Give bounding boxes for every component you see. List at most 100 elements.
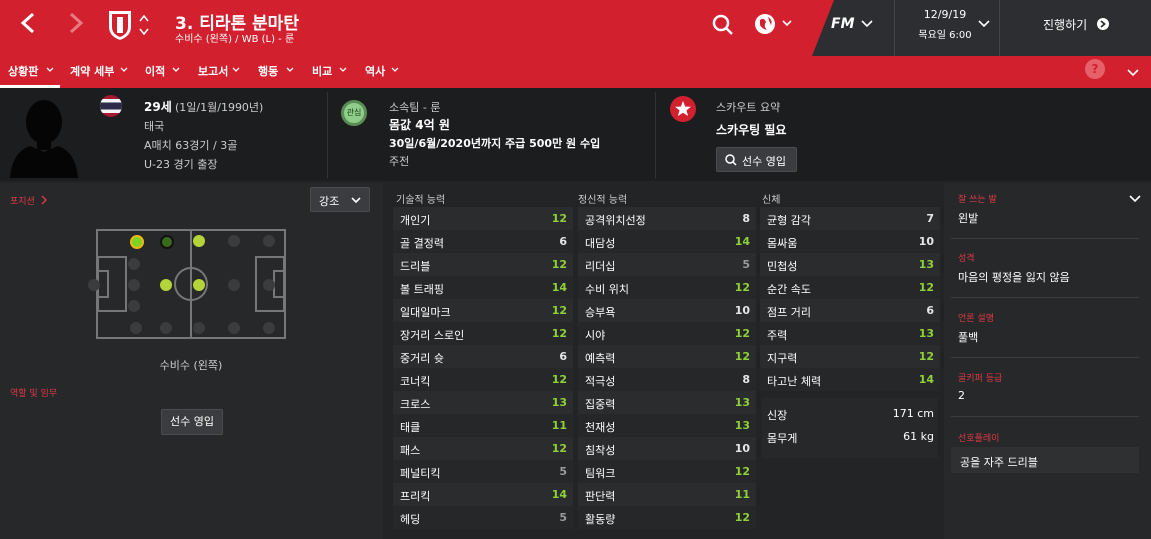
attribute-value: 13 — [918, 258, 934, 271]
attribute-row[interactable]: 골 결정력 6 — [393, 230, 573, 253]
attribute-row[interactable]: 시야 12 — [578, 322, 756, 345]
tab-contract[interactable]: 계약 세부 — [70, 63, 114, 79]
contract-info: 30일/6월/2020년까지 주급 500만 원 수입 — [389, 137, 601, 150]
attribute-row[interactable]: 점프 거리 6 — [760, 299, 940, 322]
club-switch-icon[interactable] — [138, 13, 150, 40]
attribute-row[interactable]: 볼 트래핑 14 — [393, 276, 573, 299]
attribute-row[interactable]: 타고난 체력 14 — [760, 368, 940, 391]
player-value: 몸값 4억 원 — [389, 118, 450, 132]
attribute-row[interactable]: 장거리 스로인 12 — [393, 322, 573, 345]
attribute-row[interactable]: 예측력 12 — [578, 345, 756, 368]
attribute-name: 프리킥 — [400, 490, 431, 503]
position-dot — [128, 258, 140, 270]
chevron-down-icon[interactable] — [1127, 66, 1139, 80]
attribute-value: 12 — [551, 327, 567, 340]
tab-history[interactable]: 역사 — [365, 63, 385, 79]
tab-reports[interactable]: 보고서 — [198, 63, 228, 79]
attribute-row[interactable]: 몸싸움 10 — [760, 230, 940, 253]
forward-arrow-icon[interactable] — [66, 10, 86, 41]
tab-transfer[interactable]: 이적 — [145, 63, 165, 79]
attribute-name: 대담성 — [585, 237, 616, 250]
attribute-name: 균형 감각 — [767, 214, 811, 227]
chevron-down-icon[interactable] — [978, 18, 990, 32]
scout-sign-button[interactable]: 선수 영입 — [716, 147, 797, 172]
attribute-row[interactable]: 리더십 5 — [578, 253, 756, 276]
position-dot — [160, 279, 172, 291]
attribute-value: 14 — [734, 235, 750, 248]
divider — [894, 0, 895, 56]
tab-compare[interactable]: 비교 — [312, 63, 332, 79]
attribute-row[interactable]: 중거리 슛 6 — [393, 345, 573, 368]
attribute-value: 13 — [734, 419, 750, 432]
attribute-value: 12 — [918, 350, 934, 363]
attribute-row[interactable]: 순간 속도 12 — [760, 276, 940, 299]
attribute-row[interactable]: 활동량 12 — [578, 506, 756, 529]
tab-actions[interactable]: 행동 — [258, 63, 278, 79]
position-dot — [160, 235, 174, 249]
divider — [999, 0, 1000, 56]
attribute-row[interactable]: 크로스 13 — [393, 391, 573, 414]
player-caps: A매치 63경기 / 3골 — [144, 139, 238, 152]
attribute-row[interactable]: 일대일마크 12 — [393, 299, 573, 322]
attribute-row[interactable]: 페널티킥 5 — [393, 460, 573, 483]
position-label[interactable]: 포지션 — [10, 194, 35, 207]
attribute-value: 12 — [734, 511, 750, 524]
tab-overview[interactable]: 상황판 — [8, 63, 38, 79]
help-icon[interactable]: ? — [1085, 59, 1105, 79]
weight-label: 몸무게 — [767, 432, 798, 445]
attribute-name: 몸싸움 — [767, 237, 798, 250]
attribute-row[interactable]: 집중력 13 — [578, 391, 756, 414]
position-dot — [263, 235, 275, 247]
attribute-row[interactable]: 패스 12 — [393, 437, 573, 460]
continue-button[interactable]: 진행하기 — [1043, 16, 1087, 33]
club-label[interactable]: 소속팀 - 룬 — [389, 99, 440, 115]
attribute-value: 6 — [926, 304, 934, 317]
attribute-row[interactable]: 공격위치선정 8 — [578, 207, 756, 230]
attribute-row[interactable]: 침착성 10 — [578, 437, 756, 460]
position-dot — [263, 279, 275, 291]
divider — [951, 416, 1139, 417]
attribute-row[interactable]: 민첩성 13 — [760, 253, 940, 276]
player-nation[interactable]: 태국 — [144, 118, 164, 134]
attribute-row[interactable]: 대담성 14 — [578, 230, 756, 253]
attribute-row[interactable]: 팀워크 12 — [578, 460, 756, 483]
attribute-row[interactable]: 승부욕 10 — [578, 299, 756, 322]
attribute-row[interactable]: 천재성 13 — [578, 414, 756, 437]
chevron-right-icon[interactable] — [40, 194, 48, 208]
chevron-down-icon[interactable] — [1129, 192, 1141, 206]
attribute-row[interactable]: 수비 위치 12 — [578, 276, 756, 299]
back-arrow-icon[interactable] — [18, 10, 38, 41]
attribute-row[interactable]: 지구력 12 — [760, 345, 940, 368]
globe-icon[interactable] — [754, 12, 796, 39]
mental-header: 정신적 능력 — [578, 195, 628, 206]
rating-label: 골키퍼 등급 — [958, 374, 1003, 384]
attribute-row[interactable]: 판단력 11 — [578, 483, 756, 506]
attribute-row[interactable]: 프리킥 14 — [393, 483, 573, 506]
roles-label[interactable]: 역할 및 임무 — [10, 386, 57, 399]
attribute-row[interactable]: 태클 11 — [393, 414, 573, 437]
attribute-name: 판단력 — [585, 490, 616, 503]
attribute-row[interactable]: 주력 13 — [760, 322, 940, 345]
game-date[interactable]: 12/9/19 — [900, 8, 990, 21]
fm-menu-button[interactable]: FM — [831, 16, 855, 32]
continue-arrow-icon[interactable] — [1096, 17, 1110, 34]
chevron-down-icon[interactable] — [861, 18, 873, 32]
player-birthdate: (1일/1월/1990년) — [175, 101, 264, 114]
attribute-row[interactable]: 균형 감각 7 — [760, 207, 940, 230]
attribute-row[interactable]: 헤딩 5 — [393, 506, 573, 529]
club-crest-icon[interactable] — [106, 9, 134, 41]
attribute-row[interactable]: 드리블 12 — [393, 253, 573, 276]
media-description: 풀백 — [958, 331, 979, 344]
highlight-dropdown[interactable]: 강조 — [310, 187, 370, 212]
attribute-name: 코너킥 — [400, 375, 431, 388]
position-dot — [128, 279, 140, 291]
attribute-row[interactable]: 적극성 8 — [578, 368, 756, 391]
attribute-row[interactable]: 코너킥 12 — [393, 368, 573, 391]
attribute-row[interactable]: 개인기 12 — [393, 207, 573, 230]
sign-player-button[interactable]: 선수 영입 — [161, 409, 223, 435]
attribute-value: 13 — [918, 327, 934, 340]
search-icon[interactable] — [712, 14, 734, 39]
attribute-value: 5 — [559, 465, 567, 478]
attribute-value: 12 — [734, 281, 750, 294]
physical-header: 신체 — [762, 195, 781, 206]
